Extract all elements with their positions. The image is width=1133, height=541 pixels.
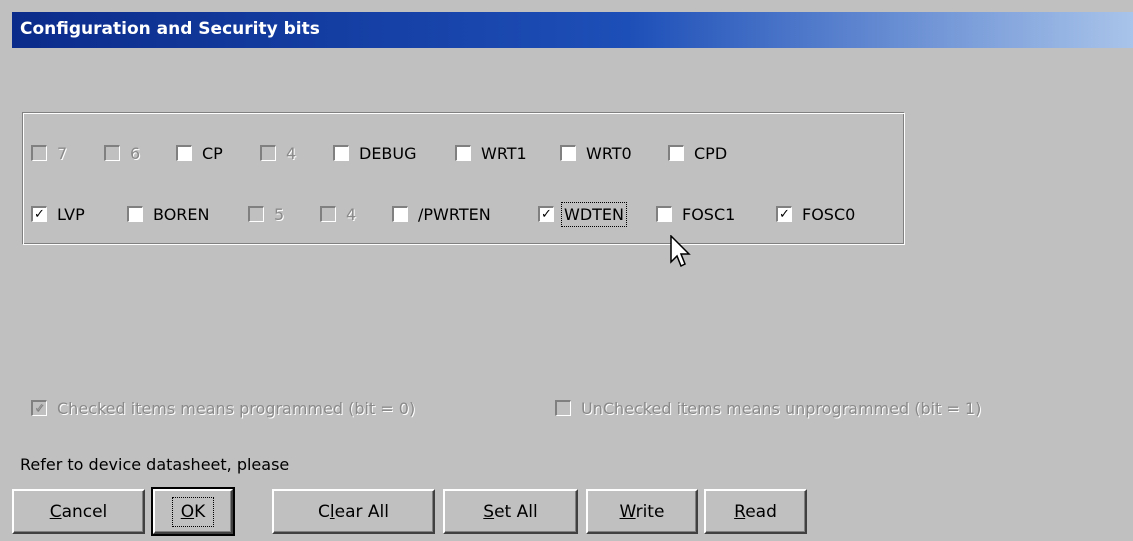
bit-label: 5 bbox=[274, 204, 285, 224]
set-all-button-label: Set All bbox=[483, 501, 538, 522]
bit-wrt0-checkbox[interactable]: WRT0 bbox=[560, 143, 632, 163]
checkbox-box[interactable] bbox=[668, 145, 684, 161]
dialog-title: Configuration and Security bits bbox=[20, 19, 320, 39]
title-bar[interactable]: Configuration and Security bits bbox=[12, 12, 1133, 48]
mouse-cursor-icon bbox=[670, 235, 691, 268]
checkbox-box bbox=[248, 206, 264, 222]
write-button-label: Write bbox=[619, 501, 665, 522]
legend-unchecked: UnChecked items means unprogrammed (bit … bbox=[555, 398, 981, 418]
write-button[interactable]: Write bbox=[586, 489, 698, 534]
clear-all-button[interactable]: Clear All bbox=[272, 489, 435, 534]
checkbox-box[interactable] bbox=[560, 145, 576, 161]
datasheet-note: Refer to device datasheet, please bbox=[20, 455, 290, 474]
legend-unchecked-label: UnChecked items means unprogrammed (bit … bbox=[581, 398, 982, 418]
bit-label: LVP bbox=[57, 204, 85, 224]
checkbox-box bbox=[555, 400, 571, 416]
bit-label: FOSC1 bbox=[682, 204, 736, 224]
bit-wrt1-checkbox[interactable]: WRT1 bbox=[455, 143, 527, 163]
bit-wdten-checkbox[interactable]: ✓ WDTEN bbox=[538, 201, 627, 227]
bit-label: WRT0 bbox=[586, 143, 632, 163]
bit-fosc1-checkbox[interactable]: FOSC1 bbox=[656, 204, 735, 224]
bit-label: /PWRTEN bbox=[418, 204, 491, 224]
checkbox-box bbox=[260, 145, 276, 161]
bit-label: FOSC0 bbox=[802, 204, 856, 224]
set-all-button[interactable]: Set All bbox=[443, 489, 578, 534]
bit-fosc0-checkbox[interactable]: ✓ FOSC0 bbox=[776, 204, 855, 224]
checkbox-box[interactable] bbox=[333, 145, 349, 161]
bit-cpd-checkbox[interactable]: CPD bbox=[668, 143, 727, 163]
check-mark-icon[interactable]: ✓ bbox=[538, 206, 554, 222]
checkbox-box bbox=[320, 206, 336, 222]
bit-label: 4 bbox=[346, 204, 357, 224]
checkbox-box[interactable] bbox=[176, 145, 192, 161]
read-button-label: Read bbox=[734, 501, 777, 522]
checkbox-box[interactable] bbox=[455, 145, 471, 161]
checkbox-box[interactable] bbox=[127, 206, 143, 222]
bit-6-checkbox: 6 bbox=[104, 143, 140, 163]
ok-button-label: OK bbox=[171, 496, 215, 527]
bit-label: DEBUG bbox=[359, 143, 417, 163]
checkbox-box[interactable] bbox=[392, 206, 408, 222]
legend-checked: ✓ Checked items means programmed (bit = … bbox=[31, 398, 415, 418]
bit-cp-checkbox[interactable]: CP bbox=[176, 143, 223, 163]
bit-label: 6 bbox=[130, 143, 141, 163]
checkbox-box[interactable] bbox=[656, 206, 672, 222]
checkbox-box bbox=[31, 145, 47, 161]
bit-debug-checkbox[interactable]: DEBUG bbox=[333, 143, 417, 163]
bit-boren-checkbox[interactable]: BOREN bbox=[127, 204, 209, 224]
bit-label: WDTEN bbox=[561, 201, 627, 227]
checkbox-box bbox=[104, 145, 120, 161]
legend-checked-label: Checked items means programmed (bit = 0) bbox=[57, 398, 416, 418]
bit-label: 4 bbox=[286, 143, 297, 163]
bit-pwrten-checkbox[interactable]: /PWRTEN bbox=[392, 204, 491, 224]
bit-5-checkbox: 5 bbox=[248, 204, 284, 224]
check-mark-icon: ✓ bbox=[31, 400, 47, 416]
clear-all-button-label: Clear All bbox=[318, 501, 389, 522]
bit-4-checkbox: 4 bbox=[260, 143, 296, 163]
ok-button[interactable]: OK bbox=[151, 487, 235, 536]
bit-lvp-checkbox[interactable]: ✓ LVP bbox=[31, 204, 85, 224]
bit-7-checkbox: 7 bbox=[31, 143, 67, 163]
bit-4b-checkbox: 4 bbox=[320, 204, 356, 224]
config-bits-group bbox=[22, 112, 905, 245]
check-mark-icon[interactable]: ✓ bbox=[776, 206, 792, 222]
check-mark-icon[interactable]: ✓ bbox=[31, 206, 47, 222]
bit-label: BOREN bbox=[153, 204, 210, 224]
read-button[interactable]: Read bbox=[704, 489, 807, 534]
cancel-button-label: Cancel bbox=[49, 501, 108, 522]
bit-label: CP bbox=[202, 143, 223, 163]
config-dialog: Configuration and Security bits 7 6 CP 4… bbox=[0, 0, 1133, 541]
bit-label: 7 bbox=[57, 143, 68, 163]
bit-label: CPD bbox=[694, 143, 728, 163]
bit-label: WRT1 bbox=[481, 143, 527, 163]
cancel-button[interactable]: Cancel bbox=[12, 489, 145, 534]
